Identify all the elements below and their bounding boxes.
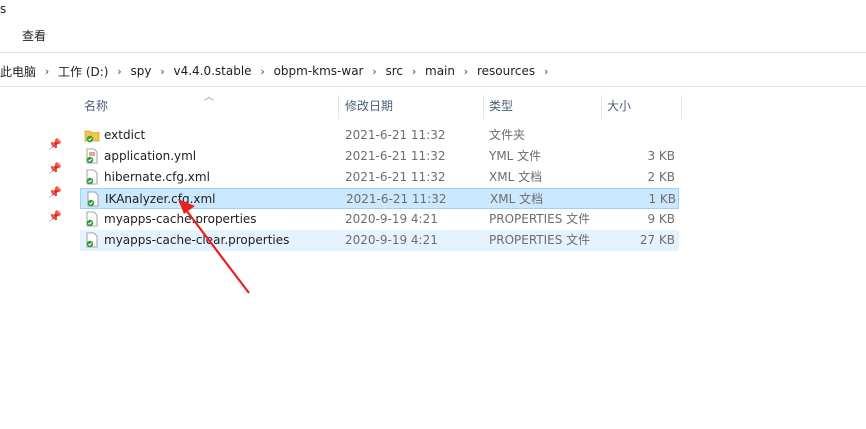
file-date: 2020-9-19 4:21 (345, 212, 438, 226)
xml-file-icon (87, 191, 99, 207)
yml-file-icon (86, 148, 98, 164)
breadcrumb-label: src (385, 64, 404, 78)
breadcrumb-item-obpm-kms-war[interactable]: obpm-kms-war › (269, 60, 381, 82)
file-date: 2021-6-21 11:32 (346, 192, 447, 206)
address-divider (0, 86, 866, 87)
column-divider[interactable] (601, 95, 602, 119)
file-date: 2021-6-21 11:32 (345, 149, 446, 163)
column-divider[interactable] (338, 95, 339, 119)
file-name: application.yml (104, 149, 197, 163)
file-size: 3 KB (647, 149, 675, 163)
file-type: XML 文档 (489, 170, 543, 184)
pin-icon[interactable]: 📌 (48, 210, 62, 224)
chevron-right-icon[interactable]: › (156, 65, 168, 78)
file-size: 2 KB (647, 170, 675, 184)
column-divider[interactable] (483, 95, 484, 119)
breadcrumb-item-this-pc[interactable]: 此电脑 › (0, 60, 53, 82)
pin-icon[interactable]: 📌 (48, 186, 62, 200)
file-date: 2021-6-21 11:32 (345, 170, 446, 184)
file-size: 9 KB (647, 212, 675, 226)
column-header-date[interactable]: 修改日期 (341, 93, 483, 119)
breadcrumb-label: resources (477, 64, 536, 78)
file-row[interactable]: myapps-cache.properties 2020-9-19 4:21 P… (80, 209, 679, 230)
breadcrumb-label: 此电脑 (0, 64, 37, 79)
column-header-size[interactable]: 大小 (603, 93, 681, 119)
file-row-hovered[interactable]: myapps-cache-clear.properties 2020-9-19 … (80, 230, 679, 251)
breadcrumb-label: obpm-kms-war (273, 64, 364, 78)
file-size: 27 KB (639, 233, 675, 247)
file-row[interactable]: extdict 2021-6-21 11:32 文件夹 (80, 125, 679, 146)
chevron-right-icon[interactable]: › (540, 65, 552, 78)
pin-icon[interactable]: 📌 (48, 138, 62, 152)
chevron-right-icon[interactable]: › (408, 65, 420, 78)
file-name: myapps-cache-clear.properties (104, 233, 290, 247)
properties-file-icon (86, 211, 98, 227)
breadcrumb-item-version[interactable]: v4.4.0.stable › (168, 60, 268, 82)
file-type: XML 文档 (490, 192, 544, 206)
properties-file-icon (86, 232, 98, 248)
breadcrumb[interactable]: 此电脑 › 工作 (D:) › spy › v4.4.0.stable › ob… (0, 58, 866, 84)
breadcrumb-item-resources[interactable]: resources › (472, 60, 552, 82)
breadcrumb-label: spy (130, 64, 152, 78)
chevron-right-icon[interactable]: › (113, 65, 125, 78)
breadcrumb-label: 工作 (D:) (58, 64, 109, 79)
column-header-name[interactable]: 名称 (80, 93, 338, 119)
window-title-fragment: s (0, 2, 7, 16)
chevron-right-icon[interactable]: › (368, 65, 380, 78)
file-name: myapps-cache.properties (104, 212, 257, 226)
breadcrumb-item-drive-d[interactable]: 工作 (D:) › (53, 60, 125, 82)
file-type: PROPERTIES 文件 (489, 233, 591, 247)
chevron-right-icon[interactable]: › (41, 65, 53, 78)
file-type: PROPERTIES 文件 (489, 212, 591, 226)
file-date: 2021-6-21 11:32 (345, 128, 446, 142)
file-size (605, 125, 675, 146)
column-divider[interactable] (681, 95, 682, 119)
ribbon-divider (0, 52, 866, 53)
breadcrumb-label: v4.4.0.stable (173, 64, 252, 78)
file-name: IKAnalyzer.cfg.xml (105, 192, 216, 206)
column-headers: 名称 修改日期 类型 大小 (80, 93, 684, 119)
breadcrumb-item-spy[interactable]: spy › (125, 60, 168, 82)
file-row-selected[interactable]: IKAnalyzer.cfg.xml 2021-6-21 11:32 XML 文… (80, 188, 679, 209)
breadcrumb-label: main (425, 64, 455, 78)
file-name: extdict (104, 128, 146, 142)
pin-icon[interactable]: 📌 (48, 162, 62, 176)
chevron-right-icon[interactable]: › (257, 65, 269, 78)
tab-view[interactable]: 查看 (22, 27, 46, 44)
breadcrumb-item-src[interactable]: src › (380, 60, 420, 82)
file-type: YML 文件 (489, 149, 542, 163)
file-size: 1 KB (648, 192, 676, 206)
file-type: 文件夹 (489, 128, 526, 142)
file-date: 2020-9-19 4:21 (345, 233, 438, 247)
folder-icon (84, 130, 100, 143)
chevron-right-icon[interactable]: › (460, 65, 472, 78)
file-name: hibernate.cfg.xml (104, 170, 210, 184)
xml-file-icon (86, 169, 98, 185)
column-header-type[interactable]: 类型 (485, 93, 601, 119)
breadcrumb-item-main[interactable]: main › (420, 60, 472, 82)
file-row[interactable]: application.yml 2021-6-21 11:32 YML 文件 3… (80, 146, 679, 167)
file-row[interactable]: hibernate.cfg.xml 2021-6-21 11:32 XML 文档… (80, 167, 679, 188)
